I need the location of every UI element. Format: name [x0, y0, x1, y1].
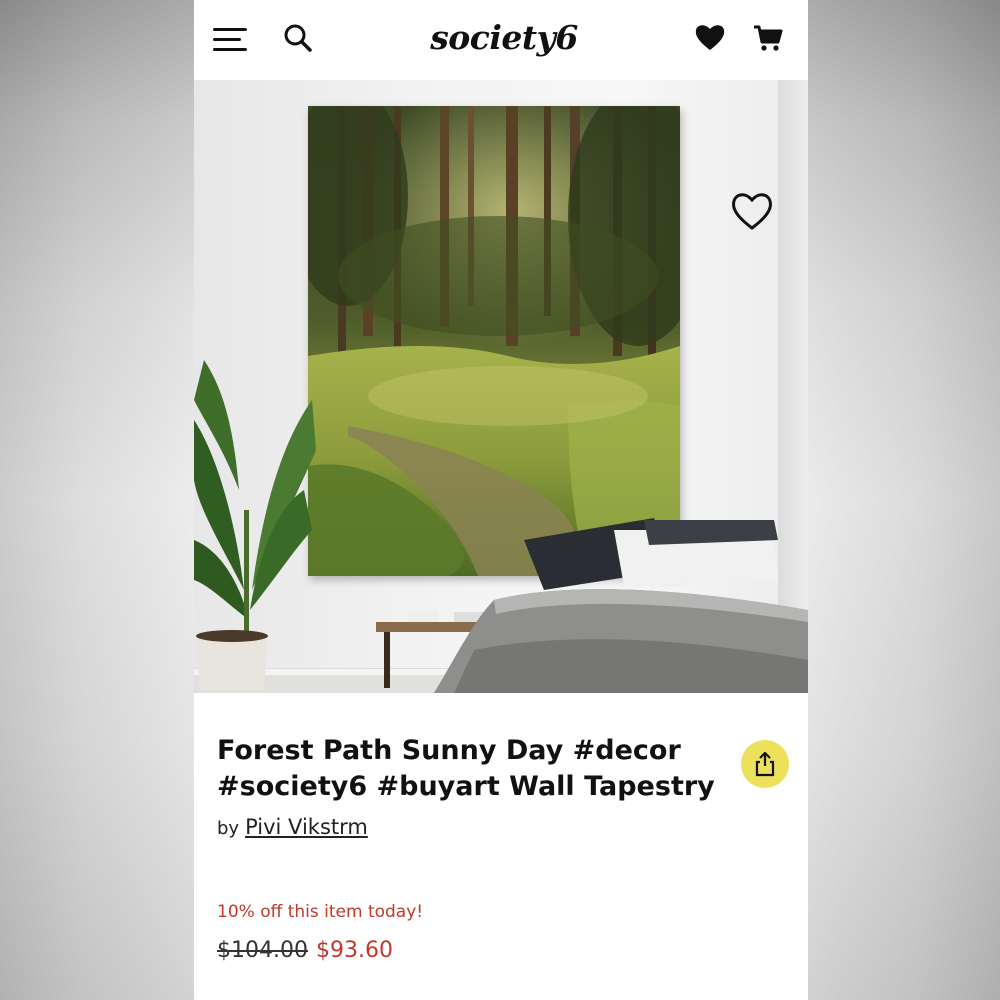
background-left-edge [0, 0, 194, 1000]
sale-price: $93.60 [315, 938, 393, 963]
by-label: by [217, 818, 240, 839]
background-right-edge [806, 0, 1000, 1000]
product-image[interactable] [194, 80, 808, 693]
search-icon[interactable] [282, 22, 314, 54]
plant-decor [194, 360, 316, 690]
top-nav-bar: society6 [194, 0, 808, 80]
favorite-heart-icon[interactable] [730, 190, 774, 232]
bed-decor [434, 518, 808, 693]
artist-link[interactable]: Pivi Vikstrm [245, 815, 368, 839]
discount-note: 10% off this item today! [217, 902, 424, 922]
phone-screen: society6 Forest Path Sunny Day #decor #s… [194, 0, 808, 1000]
price-row: $104.00 $93.60 [217, 938, 393, 963]
heart-icon[interactable] [694, 22, 726, 52]
artist-byline: by Pivi Vikstrm [217, 815, 368, 839]
menu-icon[interactable] [213, 26, 247, 54]
share-button[interactable] [741, 740, 789, 788]
brand-logo[interactable]: society6 [394, 18, 614, 57]
product-info-panel: Forest Path Sunny Day #decor #society6 #… [194, 693, 808, 1000]
cart-icon[interactable] [752, 22, 784, 54]
product-title: Forest Path Sunny Day #decor #society6 #… [217, 735, 715, 802]
share-icon [755, 751, 775, 777]
original-price: $104.00 [217, 938, 308, 963]
